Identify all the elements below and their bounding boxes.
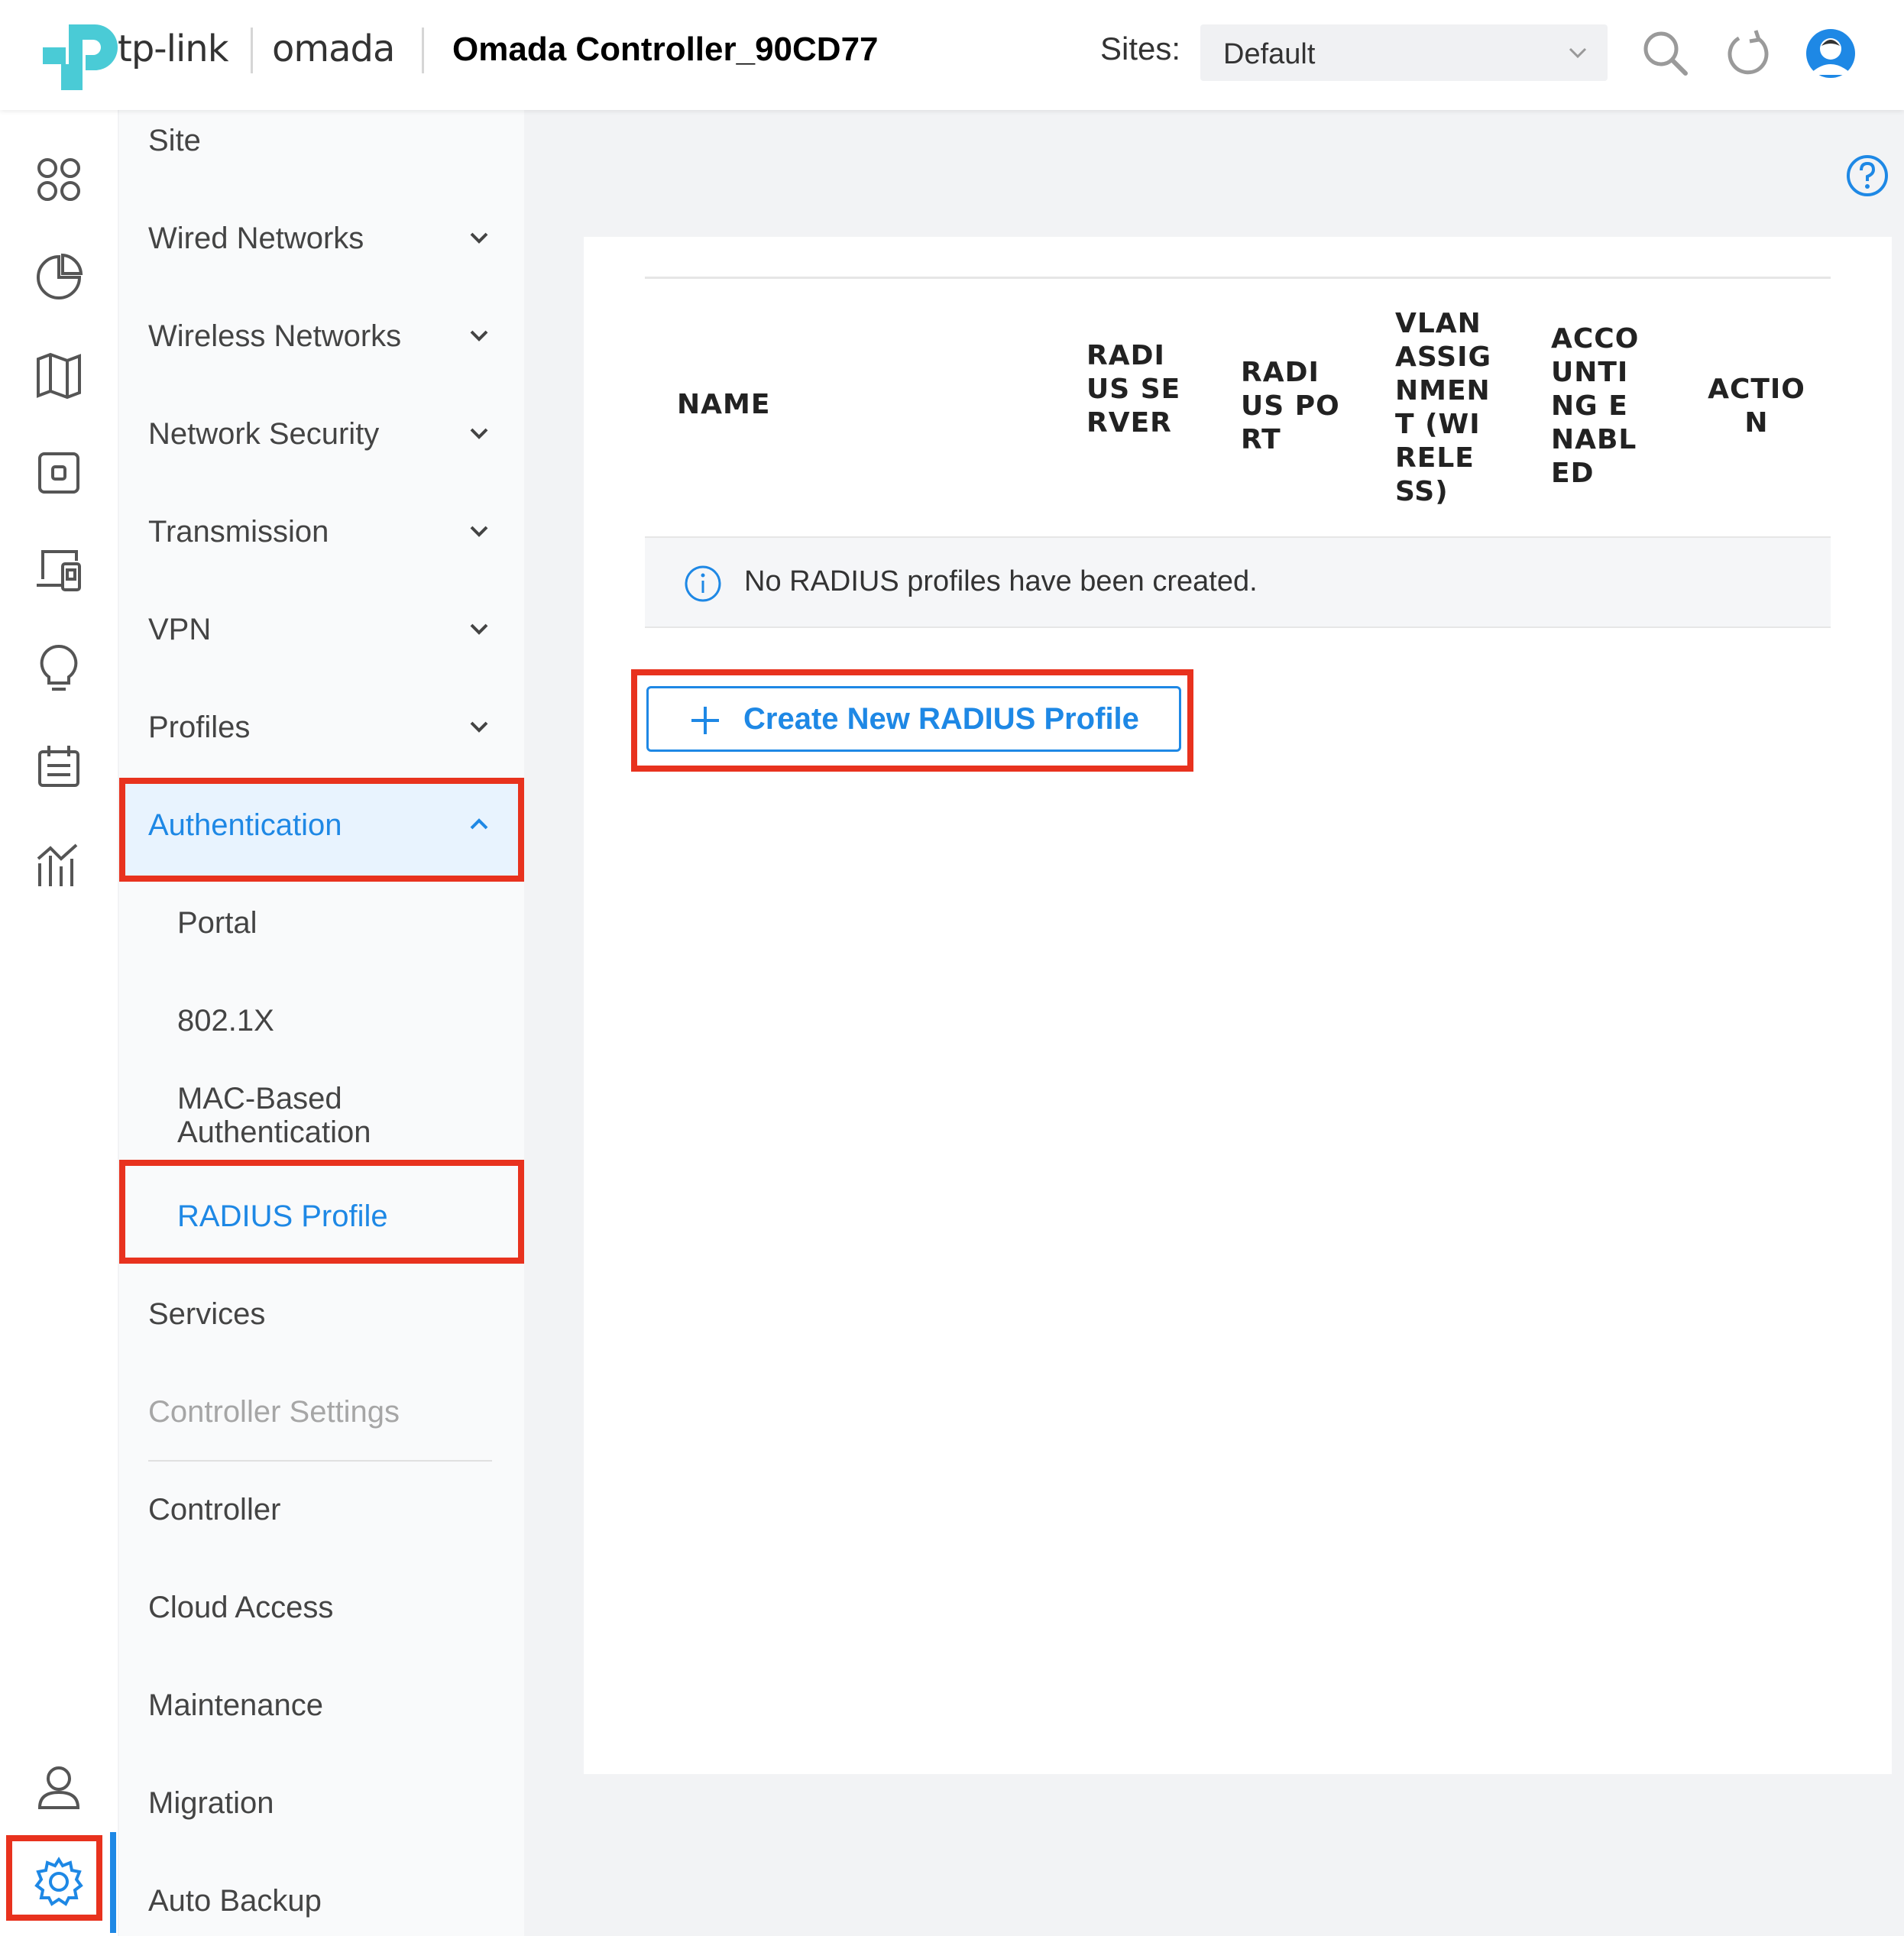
column-header-action: ACTION xyxy=(1708,374,1805,439)
menu-controller[interactable]: Controller xyxy=(148,1493,280,1527)
menu-services[interactable]: Services xyxy=(148,1297,265,1332)
site-selector[interactable]: Default xyxy=(1200,24,1608,81)
active-indicator xyxy=(110,1832,116,1933)
column-header-accounting-enabled: ACCOUNTING ENABLED xyxy=(1551,323,1640,489)
menu-wired-networks[interactable]: Wired Networks xyxy=(148,222,364,256)
column-header-radius-port: RADIUS PORT xyxy=(1241,357,1340,455)
radius-profile-panel: NAME RADIUS SERVER RADIUS PORT VLAN ASSI… xyxy=(584,237,1892,1774)
chevron-down-icon xyxy=(466,518,492,544)
top-header: tp-link omada Omada Controller_90CD77 Si… xyxy=(0,0,1904,110)
menu-auto-backup[interactable]: Auto Backup xyxy=(148,1884,322,1918)
sites-label: Sites: xyxy=(1100,31,1181,66)
menu-controller-settings-heading: Controller Settings xyxy=(148,1395,400,1429)
empty-message: No RADIUS profiles have been created. xyxy=(744,565,1258,597)
reports-icon[interactable] xyxy=(32,837,86,891)
menu-migration[interactable]: Migration xyxy=(148,1786,274,1821)
chevron-down-icon xyxy=(466,714,492,740)
controller-title: Omada Controller_90CD77 xyxy=(452,31,879,68)
chevron-down-icon xyxy=(1566,41,1589,64)
menu-network-security[interactable]: Network Security xyxy=(148,417,379,452)
account-icon[interactable] xyxy=(32,1760,86,1814)
tp-link-logo-icon xyxy=(40,21,122,93)
search-icon[interactable] xyxy=(1638,26,1693,81)
info-icon xyxy=(683,564,723,604)
chevron-down-icon xyxy=(466,616,492,642)
help-icon[interactable] xyxy=(1844,153,1890,199)
icon-rail xyxy=(0,110,118,1936)
column-header-radius-server: RADIUS SERVER xyxy=(1086,340,1181,439)
refresh-icon[interactable] xyxy=(1721,26,1776,81)
chevron-down-icon xyxy=(466,420,492,446)
column-header-name: NAME xyxy=(677,389,771,420)
site-selected-value: Default xyxy=(1223,38,1316,70)
highlight-settings-icon xyxy=(6,1835,102,1921)
header-separator xyxy=(422,28,424,73)
menu-cloud-access[interactable]: Cloud Access xyxy=(148,1591,333,1625)
highlight-radius-profile xyxy=(119,1160,524,1264)
tp-link-wordmark: tp-link xyxy=(118,28,228,70)
settings-submenu: Site Wired Networks Wireless Networks Ne… xyxy=(119,110,524,1936)
menu-8021x[interactable]: 802.1X xyxy=(177,1004,274,1038)
table-top-border xyxy=(645,277,1831,279)
menu-transmission[interactable]: Transmission xyxy=(148,515,329,549)
dashboard-icon[interactable] xyxy=(32,153,86,206)
menu-portal[interactable]: Portal xyxy=(177,906,257,940)
chevron-down-icon xyxy=(466,225,492,251)
highlight-authentication xyxy=(119,778,524,882)
header-separator xyxy=(251,28,253,73)
menu-wireless-networks[interactable]: Wireless Networks xyxy=(148,319,401,354)
menu-vpn[interactable]: VPN xyxy=(148,613,211,647)
log-icon[interactable] xyxy=(32,740,86,793)
user-avatar-icon[interactable] xyxy=(1803,26,1858,81)
map-icon[interactable] xyxy=(32,348,86,402)
column-header-vlan-assignment: VLAN ASSIGNMENT (WIRELESS) xyxy=(1395,308,1492,507)
menu-profiles[interactable]: Profiles xyxy=(148,711,250,745)
menu-divider xyxy=(148,1460,492,1462)
omada-wordmark: omada xyxy=(272,28,395,70)
chevron-down-icon xyxy=(466,322,492,348)
menu-maintenance[interactable]: Maintenance xyxy=(148,1688,323,1723)
devices-icon[interactable] xyxy=(32,446,86,500)
menu-mac-based-authentication[interactable]: MAC-Based Authentication xyxy=(177,1082,376,1149)
statistics-icon[interactable] xyxy=(32,251,86,304)
insight-icon[interactable] xyxy=(32,642,86,695)
menu-site-heading: Site xyxy=(148,124,201,157)
clients-icon[interactable] xyxy=(32,544,86,597)
highlight-create-button xyxy=(631,669,1193,772)
empty-table-row: No RADIUS profiles have been created. xyxy=(645,536,1831,628)
